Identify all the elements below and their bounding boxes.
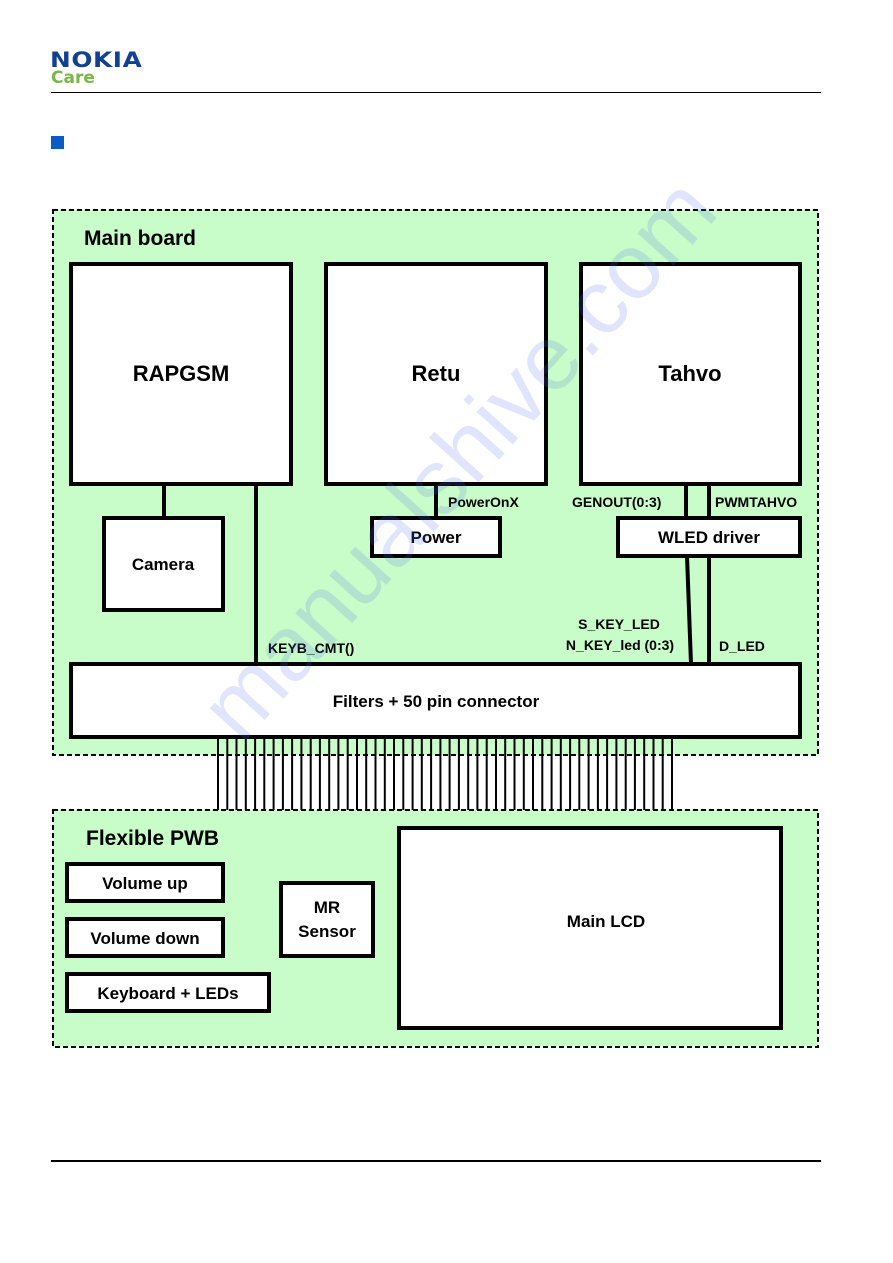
footer-divider <box>51 1160 821 1162</box>
keyboard-leds-label: Keyboard + LEDs <box>97 984 238 1003</box>
genout-signal-label: GENOUT(0:3) <box>572 494 661 510</box>
retu-label: Retu <box>412 361 461 386</box>
camera-label: Camera <box>132 555 195 574</box>
block-diagram: Main board RAPGSM Retu Tahvo Camera Powe… <box>52 209 819 1048</box>
flexible-pwb-title: Flexible PWB <box>86 827 219 850</box>
power-label: Power <box>410 528 461 547</box>
tahvo-label: Tahvo <box>658 361 721 386</box>
wled-driver-label: WLED driver <box>658 528 760 547</box>
main-lcd-label: Main LCD <box>567 912 645 931</box>
mr-sensor-label-line2: Sensor <box>298 922 356 941</box>
volume-down-label: Volume down <box>90 929 199 948</box>
keyb-cmt-signal-label: KEYB_CMT() <box>268 640 354 656</box>
main-board-title: Main board <box>84 227 196 250</box>
mr-sensor-block <box>279 881 375 958</box>
mr-sensor-label-line1: MR <box>314 898 340 917</box>
d-led-signal-label: D_LED <box>719 638 765 654</box>
n-key-led-signal-label: N_KEY_led (0:3) <box>566 637 674 653</box>
volume-up-label: Volume up <box>102 874 188 893</box>
rapgsm-label: RAPGSM <box>133 361 230 386</box>
pwmtahvo-signal-label: PWMTAHVO <box>715 494 797 510</box>
poweronx-signal-label: PowerOnX <box>448 494 519 510</box>
filters-connector-label: Filters + 50 pin connector <box>333 692 540 711</box>
s-key-led-signal-label: S_KEY_LED <box>578 616 660 632</box>
